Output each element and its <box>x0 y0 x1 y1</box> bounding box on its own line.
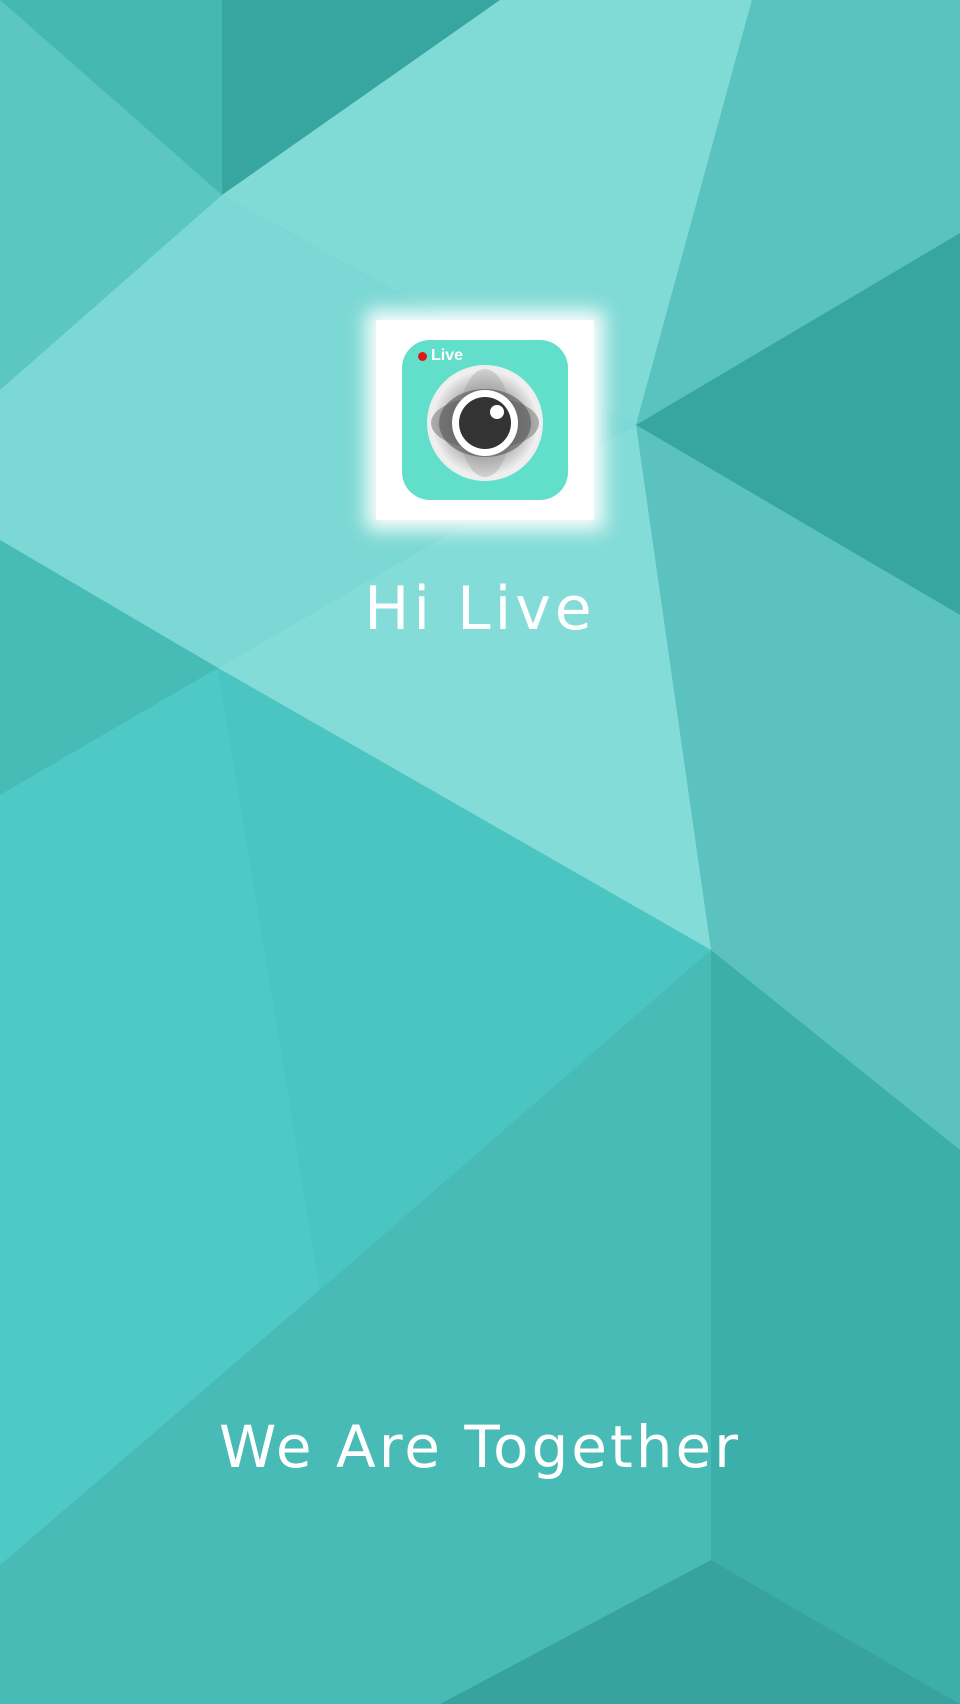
eye-lens-icon <box>427 365 543 481</box>
app-icon: Live <box>402 340 568 500</box>
tagline: We Are Together <box>218 1413 742 1481</box>
app-title: Hi Live <box>364 574 596 644</box>
app-icon-frame: Live <box>376 320 594 520</box>
splash-screen: Live Hi Live We Are Together <box>0 0 960 1704</box>
